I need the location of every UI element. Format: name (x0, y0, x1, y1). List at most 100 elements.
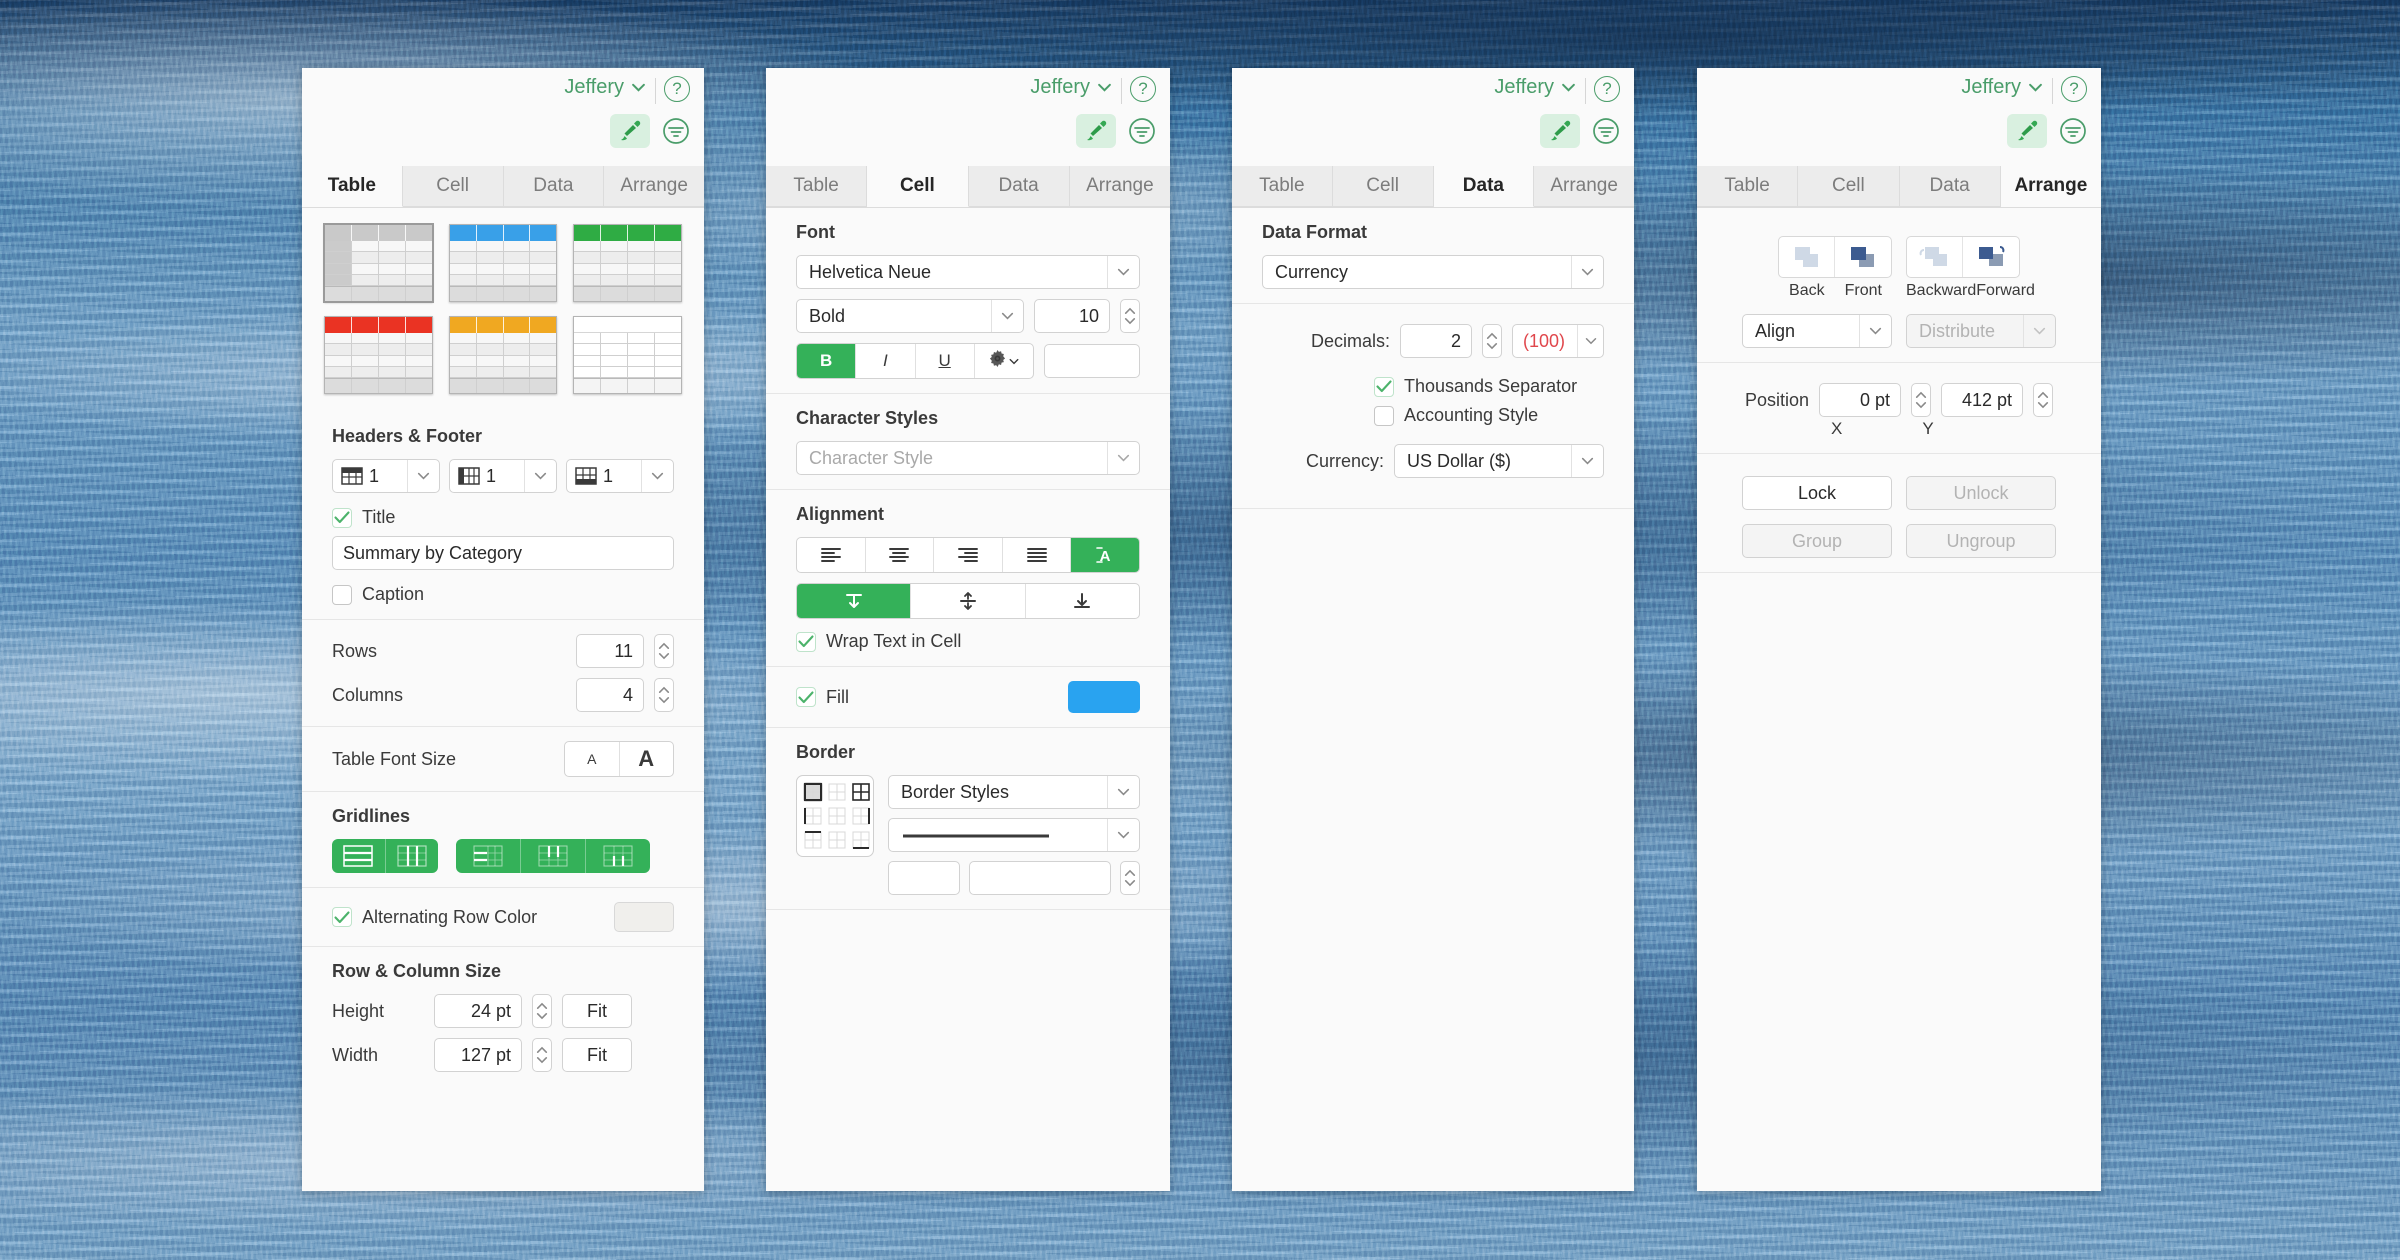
height-stepper[interactable] (532, 994, 552, 1028)
border-none-3-icon[interactable] (827, 830, 847, 850)
font-size-smaller-button[interactable]: A (565, 742, 620, 776)
wrap-text-checkbox-row[interactable]: Wrap Text in Cell (796, 631, 1140, 652)
table-style-green[interactable] (573, 224, 682, 302)
negative-style-select[interactable]: (100) (1512, 324, 1604, 358)
border-styles-select[interactable]: Border Styles (888, 775, 1140, 809)
rows-input[interactable]: 11 (576, 634, 644, 668)
underline-button[interactable]: U (916, 344, 975, 378)
border-all-icon[interactable] (851, 782, 871, 802)
border-outline-icon[interactable] (803, 782, 823, 802)
position-x-input[interactable]: 0 pt (1819, 383, 1902, 417)
character-style-select[interactable]: Character Style (796, 441, 1140, 475)
font-size-larger-button[interactable]: A (620, 742, 674, 776)
account-menu[interactable]: Jeffery (1030, 76, 1112, 99)
account-menu[interactable]: Jeffery (1961, 76, 2043, 99)
tab-cell[interactable]: Cell (402, 166, 504, 207)
send-to-back-icon[interactable] (1779, 237, 1835, 277)
title-checkbox-row[interactable]: Title (332, 507, 674, 528)
tab-cell[interactable]: Cell (1332, 166, 1434, 207)
border-right-icon[interactable] (851, 806, 871, 826)
tab-data[interactable]: Data (968, 166, 1070, 207)
align-right-icon[interactable] (934, 538, 1003, 572)
align-select[interactable]: Align (1742, 314, 1892, 348)
table-style-blue[interactable] (448, 224, 558, 302)
height-fit-button[interactable]: Fit (562, 994, 632, 1028)
table-style-orange[interactable] (448, 316, 558, 394)
tab-cell[interactable]: Cell (867, 166, 969, 207)
font-weight-select[interactable]: Bold (796, 299, 1024, 333)
align-middle-icon[interactable] (911, 584, 1026, 618)
tab-table[interactable]: Table (1697, 166, 1799, 207)
tab-data[interactable]: Data (1899, 166, 2001, 207)
decimals-input[interactable]: 2 (1400, 324, 1472, 358)
account-menu[interactable]: Jeffery (564, 76, 646, 99)
font-family-select[interactable]: Helvetica Neue (796, 255, 1140, 289)
body-vertical-gridlines-icon[interactable] (521, 839, 586, 873)
format-filter-icon[interactable] (1126, 115, 1158, 147)
italic-button[interactable]: I (856, 344, 916, 378)
send-backward-icon[interactable] (1907, 237, 1963, 277)
accounting-style-row[interactable]: Accounting Style (1374, 405, 1604, 426)
help-circle-icon[interactable]: ? (664, 76, 690, 102)
tab-arrange[interactable]: Arrange (2000, 166, 2101, 207)
align-center-icon[interactable] (866, 538, 935, 572)
tab-cell[interactable]: Cell (1798, 166, 1900, 207)
width-fit-button[interactable]: Fit (562, 1038, 632, 1072)
currency-select[interactable]: US Dollar ($) (1394, 444, 1604, 478)
format-filter-icon[interactable] (2057, 115, 2089, 147)
paint-brush-icon[interactable] (610, 114, 650, 148)
tab-arrange[interactable]: Arrange (1534, 166, 1634, 207)
format-filter-icon[interactable] (660, 115, 692, 147)
tab-data[interactable]: Data (503, 166, 605, 207)
header-vertical-gridlines-icon[interactable] (386, 839, 439, 873)
lock-button[interactable]: Lock (1742, 476, 1892, 510)
checkbox-checked-icon[interactable] (796, 687, 816, 707)
tab-arrange[interactable]: Arrange (1069, 166, 1170, 207)
help-circle-icon[interactable]: ? (2061, 76, 2087, 102)
rows-stepper[interactable] (654, 634, 674, 668)
checkbox-checked-icon[interactable] (332, 907, 352, 927)
header-rows-select[interactable]: 1 (332, 459, 440, 493)
font-size-stepper[interactable] (1120, 299, 1140, 333)
bring-forward-icon[interactable] (1963, 237, 2019, 277)
position-y-stepper[interactable] (2033, 383, 2054, 417)
account-menu[interactable]: Jeffery (1494, 76, 1576, 99)
header-columns-select[interactable]: 1 (449, 459, 557, 493)
table-style-gray[interactable] (323, 223, 434, 303)
font-options-button[interactable] (975, 344, 1033, 378)
width-input[interactable]: 127 pt (434, 1038, 522, 1072)
align-bottom-icon[interactable] (1026, 584, 1139, 618)
align-auto-icon[interactable]: A (1071, 538, 1139, 572)
columns-stepper[interactable] (654, 678, 674, 712)
tab-table[interactable]: Table (1232, 166, 1333, 207)
tab-data[interactable]: Data (1433, 166, 1535, 207)
columns-input[interactable]: 4 (576, 678, 644, 712)
border-none-1-icon[interactable] (827, 782, 847, 802)
border-left-icon[interactable] (803, 806, 823, 826)
tab-table[interactable]: Table (766, 166, 868, 207)
border-none-2-icon[interactable] (827, 806, 847, 826)
paint-brush-icon[interactable] (2007, 114, 2047, 148)
body-all-gridlines-icon[interactable] (586, 839, 650, 873)
fill-color-swatch[interactable] (1068, 681, 1140, 713)
align-justify-icon[interactable] (1003, 538, 1072, 572)
position-y-input[interactable]: 412 pt (1941, 383, 2024, 417)
border-bottom-icon[interactable] (851, 830, 871, 850)
position-x-stepper[interactable] (1911, 383, 1932, 417)
bold-button[interactable]: B (797, 344, 857, 378)
format-filter-icon[interactable] (1590, 115, 1622, 147)
border-color-swatch[interactable] (888, 861, 960, 895)
caption-checkbox-row[interactable]: Caption (332, 584, 674, 605)
align-top-icon[interactable] (797, 584, 912, 618)
border-top-icon[interactable] (803, 830, 823, 850)
help-circle-icon[interactable]: ? (1594, 76, 1620, 102)
alternating-row-color-swatch[interactable] (614, 902, 674, 932)
tab-table[interactable]: Table (302, 166, 403, 207)
font-size-input[interactable]: 10 (1034, 299, 1110, 333)
paint-brush-icon[interactable] (1540, 114, 1580, 148)
border-width-stepper[interactable] (1120, 861, 1140, 895)
border-line-style-select[interactable] (888, 818, 1140, 852)
table-title-input[interactable]: Summary by Category (332, 536, 674, 570)
border-width-input[interactable] (969, 861, 1111, 895)
width-stepper[interactable] (532, 1038, 552, 1072)
